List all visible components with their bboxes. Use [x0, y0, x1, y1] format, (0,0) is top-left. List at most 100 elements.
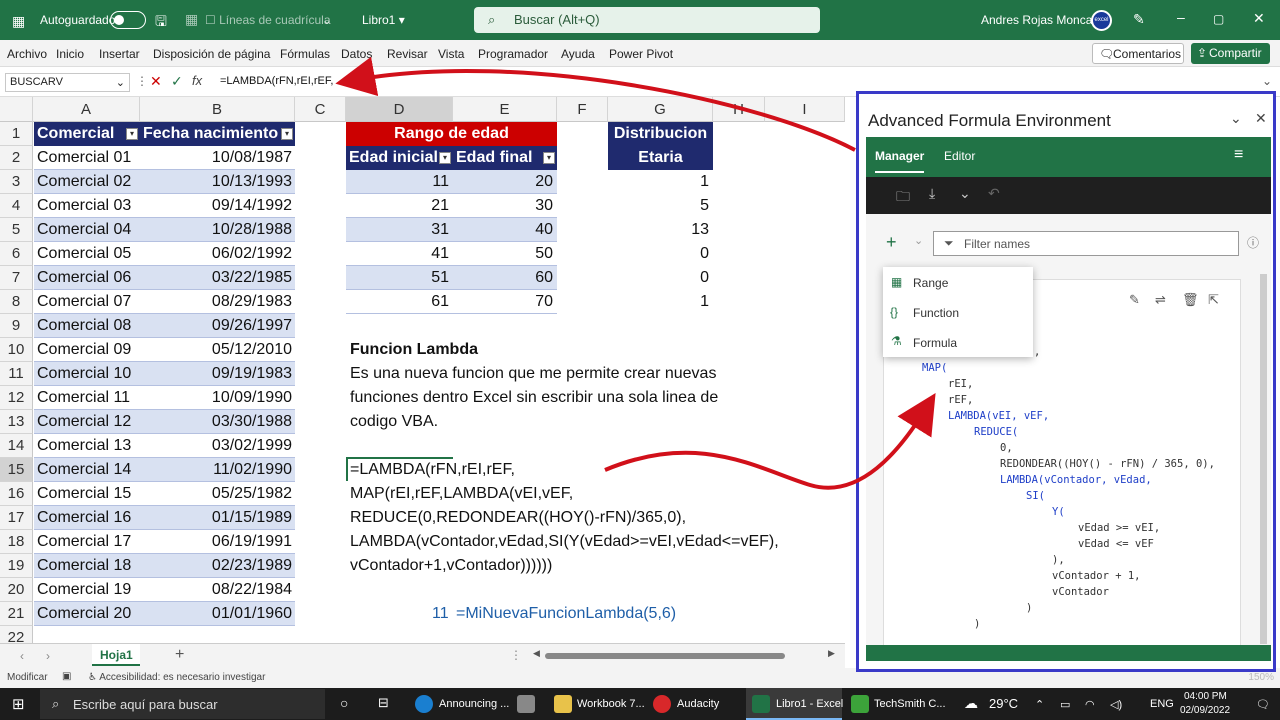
next-sheet-icon[interactable]: › [46, 649, 50, 663]
table-cell-comercial[interactable]: Comercial 05 [34, 242, 140, 266]
share-button[interactable]: ⇪ Compartir [1191, 43, 1270, 64]
row-header[interactable]: 5 [0, 218, 33, 242]
range-cell-final[interactable]: 20 [453, 170, 557, 194]
row-header[interactable]: 6 [0, 242, 33, 266]
filter-names-input[interactable]: ⏷ Filter names [933, 231, 1239, 256]
table-cell-comercial[interactable]: Comercial 08 [34, 314, 140, 338]
table-cell-fecha[interactable]: 02/23/1989 [140, 554, 295, 578]
table-cell-comercial[interactable]: Comercial 10 [34, 362, 140, 386]
table-cell-comercial[interactable]: Comercial 07 [34, 290, 140, 314]
menu-item-range[interactable]: Range [913, 276, 948, 290]
expand-formula-icon[interactable]: ⌄ [1262, 74, 1272, 88]
range-cell-final[interactable]: 60 [453, 266, 557, 290]
table-cell-fecha[interactable]: 10/08/1987 [140, 146, 295, 170]
range-cell-final[interactable]: 40 [453, 218, 557, 242]
range-cell-inicial[interactable]: 51 [346, 266, 453, 290]
table-cell-fecha[interactable]: 05/25/1982 [140, 482, 295, 506]
table-cell-comercial[interactable]: Comercial 18 [34, 554, 140, 578]
table-cell-comercial[interactable]: Comercial 02 [34, 170, 140, 194]
save-icon[interactable]: 🖫 [155, 11, 167, 35]
menu-power-pivot[interactable]: Power Pivot [609, 47, 673, 61]
menu-inicio[interactable]: Inicio [56, 47, 84, 61]
range-cell-inicial[interactable]: 11 [346, 170, 453, 194]
row-header[interactable]: 7 [0, 266, 33, 290]
row-header[interactable]: 11 [0, 362, 33, 386]
more-icon[interactable]: ⋮ [136, 74, 148, 88]
network-icon[interactable]: ▭ [1060, 698, 1070, 711]
row-header[interactable]: 3 [0, 170, 33, 194]
restore-icon[interactable]: ▢ [1213, 12, 1224, 26]
menu-archivo[interactable]: Archivo [7, 47, 47, 61]
enter-icon[interactable]: ✓ [171, 73, 183, 90]
col-header-i[interactable]: I [765, 97, 845, 122]
col-header-a[interactable]: A [33, 97, 140, 122]
volume-icon[interactable]: ◁) [1110, 698, 1122, 711]
menu-datos[interactable]: Datos [341, 47, 372, 61]
panel-scrollbar[interactable] [1260, 274, 1267, 644]
folder-app-icon[interactable] [554, 695, 572, 713]
taskbar-app-audacity[interactable]: Audacity [677, 698, 719, 710]
table-cell-comercial[interactable]: Comercial 06 [34, 266, 140, 290]
language-indicator[interactable]: ENG [1150, 698, 1174, 710]
table-cell-fecha[interactable]: 10/09/1990 [140, 386, 295, 410]
taskbar-app-announcing[interactable]: Announcing ... [439, 698, 509, 710]
row-header[interactable]: 21 [0, 602, 33, 626]
clock-date[interactable]: 02/09/2022 [1180, 705, 1230, 716]
table-cell-fecha[interactable]: 03/22/1985 [140, 266, 295, 290]
menu-insertar[interactable]: Insertar [99, 47, 140, 61]
dist-value[interactable]: 1 [608, 170, 713, 194]
taskbar-app-techsmith[interactable]: TechSmith C... [874, 698, 946, 710]
table-cell-fecha[interactable]: 01/15/1989 [140, 506, 295, 530]
tab-editor[interactable]: Editor [944, 149, 975, 163]
dist-value[interactable]: 1 [608, 290, 713, 314]
undo-icon[interactable]: ↶ [988, 185, 1000, 202]
delete-icon[interactable]: 🗑 [1182, 292, 1199, 308]
formula-input[interactable]: =LAMBDA(rFN,rEI,rEF, [220, 75, 333, 87]
horizontal-scrollbar[interactable] [545, 653, 785, 659]
col-header-c[interactable]: C [295, 97, 346, 122]
menu-programador[interactable]: Programador [478, 47, 548, 61]
menu-ayuda[interactable]: Ayuda [561, 47, 595, 61]
windows-icon[interactable]: ⊞ [12, 695, 25, 713]
table-cell-comercial[interactable]: Comercial 11 [34, 386, 140, 410]
row-header[interactable]: 18 [0, 530, 33, 554]
taskbar-search[interactable]: ⌕ Escribe aquí para buscar [40, 689, 325, 719]
accessibility-status[interactable]: ♿ Accesibilidad: es necesario investigar [88, 672, 265, 683]
widgets-icon[interactable]: ⊟ [378, 695, 389, 711]
row-header[interactable]: 13 [0, 410, 33, 434]
table-cell-comercial[interactable]: Comercial 20 [34, 602, 140, 626]
info-icon[interactable]: ⓘ [1247, 234, 1259, 251]
dist-value[interactable]: 0 [608, 242, 713, 266]
fx-icon[interactable]: fx [192, 73, 202, 88]
table-cell-fecha[interactable]: 05/12/2010 [140, 338, 295, 362]
name-box[interactable]: BUSCARV ⌄ [5, 73, 130, 92]
table-cell-fecha[interactable]: 10/13/1993 [140, 170, 295, 194]
download-icon[interactable]: ⤓ [929, 185, 935, 202]
table-cell-comercial[interactable]: Comercial 17 [34, 530, 140, 554]
chevron-down-icon[interactable]: ⌄ [959, 185, 971, 202]
edit-icon[interactable]: ✎ [1129, 292, 1140, 308]
sheet-tab-hoja1[interactable]: Hoja1 [92, 644, 140, 666]
dist-value[interactable]: 0 [608, 266, 713, 290]
wifi-icon[interactable]: ◠ [1085, 698, 1095, 711]
clock-time[interactable]: 04:00 PM [1184, 691, 1227, 702]
table-cell-fecha[interactable]: 09/19/1983 [140, 362, 295, 386]
row-header[interactable]: 20 [0, 578, 33, 602]
close-panel-icon[interactable]: ✕ [1255, 110, 1267, 127]
cancel-icon[interactable]: ✕ [150, 73, 162, 90]
filename[interactable]: Libro1 ▾ [362, 13, 405, 27]
col-header-h[interactable]: H [713, 97, 765, 122]
row-header[interactable]: 8 [0, 290, 33, 314]
minimize-icon[interactable]: – [1177, 9, 1185, 25]
close-icon[interactable]: ✕ [1253, 10, 1265, 27]
row-header[interactable]: 16 [0, 482, 33, 506]
table-cell-comercial[interactable]: Comercial 03 [34, 194, 140, 218]
add-sheet-icon[interactable]: + [175, 646, 184, 664]
chevron-down-icon[interactable]: ⌄ [1230, 110, 1242, 127]
dist-value[interactable]: 5 [608, 194, 713, 218]
table-cell-comercial[interactable]: Comercial 15 [34, 482, 140, 506]
techsmith-icon[interactable] [851, 695, 869, 713]
notification-icon[interactable]: 🗨 [1256, 698, 1270, 711]
range-cell-inicial[interactable]: 21 [346, 194, 453, 218]
comments-button[interactable]: 🗨 Comentarios [1092, 43, 1184, 64]
